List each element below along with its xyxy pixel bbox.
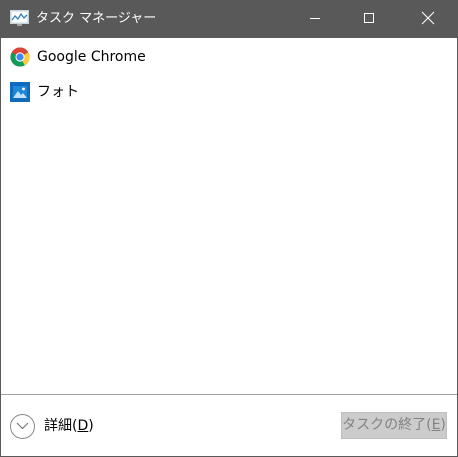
close-icon <box>421 11 435 29</box>
window-title: タスク マネージャー <box>36 11 157 26</box>
end-task-accel-close: ) <box>440 417 446 433</box>
details-accel-close: ) <box>88 418 94 434</box>
close-button[interactable] <box>405 1 451 38</box>
app-label-photos: フォト <box>37 84 79 100</box>
details-accelerator-key: D <box>77 418 89 434</box>
app-row-chrome[interactable]: Google Chrome <box>1 40 457 73</box>
more-details-toggle[interactable]: 詳細(D) <box>10 413 94 439</box>
details-text: 詳細 <box>44 418 72 434</box>
end-task-button[interactable]: タスクの終了(E) <box>341 412 447 439</box>
running-apps-list: Google Chrome フォト <box>1 38 457 394</box>
task-manager-icon <box>10 10 29 27</box>
maximize-button[interactable] <box>346 1 392 38</box>
footer-bar: 詳細(D) タスクの終了(E) <box>1 395 457 456</box>
end-task-text: タスクの終了 <box>342 417 427 433</box>
photos-icon <box>10 82 30 102</box>
app-label-chrome: Google Chrome <box>37 49 146 65</box>
maximize-icon <box>363 12 375 28</box>
minimize-icon <box>309 12 321 28</box>
chrome-icon <box>10 47 30 67</box>
task-manager-window: タスク マネージャー Google Chrome フォト 詳細(D) タスクの終… <box>0 0 458 457</box>
chevron-down-icon <box>10 413 35 439</box>
minimize-button[interactable] <box>292 1 338 38</box>
app-row-photos[interactable]: フォト <box>1 75 457 108</box>
more-details-label: 詳細(D) <box>44 416 94 436</box>
title-bar[interactable]: タスク マネージャー <box>1 1 457 38</box>
